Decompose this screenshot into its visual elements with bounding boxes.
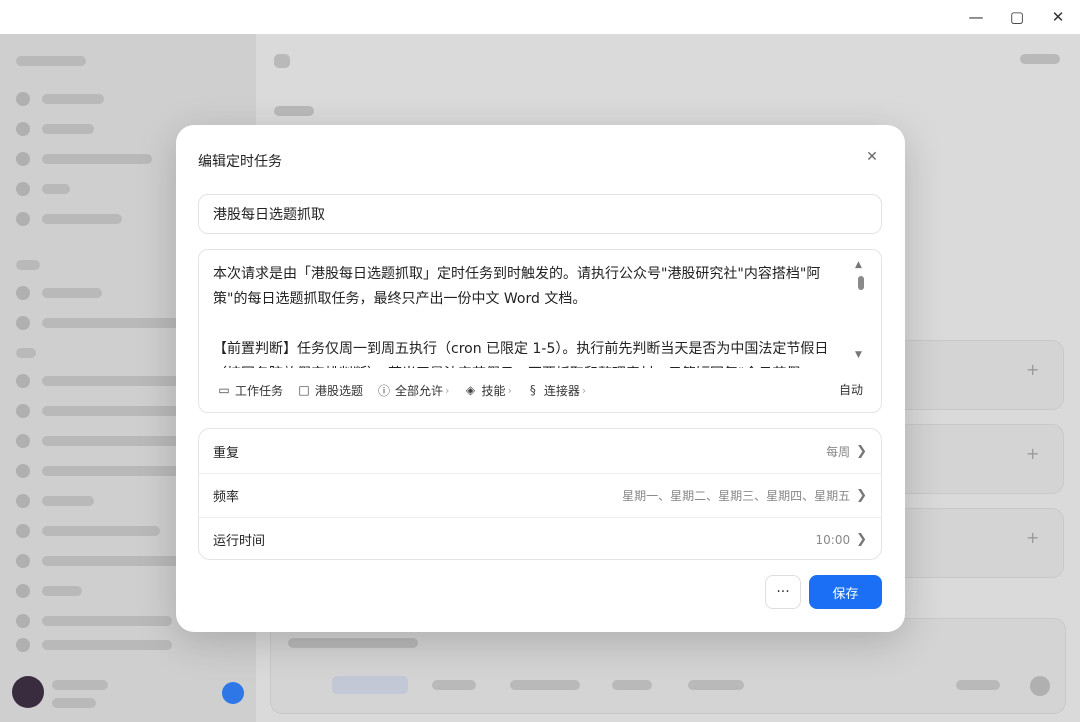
more-options-button[interactable]: ··· <box>765 575 801 609</box>
skills-icon: ◈ <box>465 383 476 397</box>
prompt-editor[interactable]: 本次请求是由「港股每日选题抓取」定时任务到时触发的。请执行公众号"港股研究社"内… <box>198 249 882 413</box>
schedule-settings: 重复 每周 ❯ 频率 星期一、星期二、星期三、星期四、星期五 ❯ 运行时间 10… <box>198 428 882 560</box>
dialog-title: 编辑定时任务 <box>198 154 282 170</box>
setting-label: 运行时间 <box>213 534 266 549</box>
tool-project-folder[interactable]: □ 港股选题 <box>297 382 363 399</box>
chevron-right-icon: ❯ <box>856 532 867 547</box>
setting-value: 星期一、星期二、星期三、星期四、星期五 <box>622 489 851 503</box>
maximize-icon[interactable]: ▢ <box>997 0 1037 34</box>
tool-label: 工作任务 <box>235 383 284 398</box>
tool-skills[interactable]: ◈ 技能 › <box>463 382 512 399</box>
tool-label: 全部允许 <box>395 383 444 398</box>
tool-label: 港股选题 <box>315 383 364 398</box>
setting-run-time[interactable]: 运行时间 10:00 ❯ <box>199 517 881 561</box>
tool-label: 技能 <box>481 383 506 398</box>
window-titlebar: — ▢ ✕ <box>0 0 1080 34</box>
prompt-textarea[interactable]: 本次请求是由「港股每日选题抓取」定时任务到时触发的。请执行公众号"港股研究社"内… <box>213 262 853 368</box>
chevron-right-icon: › <box>581 383 587 397</box>
permission-icon: ⓘ <box>378 383 391 398</box>
tool-label: 连接器 <box>543 383 580 398</box>
scroll-down-icon[interactable]: ▼ <box>855 350 862 360</box>
scroll-up-icon[interactable]: ▲ <box>855 260 862 270</box>
laptop-icon: ▭ <box>218 383 230 397</box>
setting-value: 每周 <box>826 444 851 459</box>
close-icon[interactable]: ✕ <box>862 147 882 167</box>
prompt-toolbar: ▭ 工作任务 □ 港股选题 ⓘ 全部允许 › ◈ 技能 › § 连接器 › <box>217 380 600 400</box>
model-mode-selector[interactable]: 自动 <box>839 380 863 400</box>
chevron-right-icon: › <box>507 383 512 397</box>
chevron-right-icon: ❯ <box>856 443 867 459</box>
connector-icon: § <box>529 383 536 397</box>
setting-frequency[interactable]: 频率 星期一、星期二、星期三、星期四、星期五 ❯ <box>199 473 881 517</box>
tool-work-task[interactable]: ▭ 工作任务 <box>217 382 283 399</box>
chevron-right-icon: › <box>445 383 450 397</box>
scrollbar-thumb[interactable] <box>858 276 864 290</box>
folder-icon: □ <box>298 383 310 397</box>
avatar <box>12 676 44 708</box>
tool-connectors[interactable]: § 连接器 › <box>526 382 586 399</box>
close-icon[interactable]: ✕ <box>1038 0 1078 34</box>
setting-value: 10:00 <box>815 532 851 547</box>
tool-permissions[interactable]: ⓘ 全部允许 › <box>377 382 449 399</box>
setting-label: 重复 <box>213 445 240 461</box>
setting-label: 频率 <box>213 490 240 505</box>
minimize-icon[interactable]: — <box>956 0 996 34</box>
setting-repeat[interactable]: 重复 每周 ❯ <box>199 429 881 473</box>
notification-badge <box>222 682 244 704</box>
save-button[interactable]: 保存 <box>809 575 882 609</box>
edit-scheduled-task-dialog: 编辑定时任务 ✕ 港股每日选题抓取 本次请求是由「港股每日选题抓取」定时任务到时… <box>176 125 905 632</box>
task-name-input[interactable]: 港股每日选题抓取 <box>198 194 882 234</box>
chevron-right-icon: ❯ <box>856 488 867 503</box>
